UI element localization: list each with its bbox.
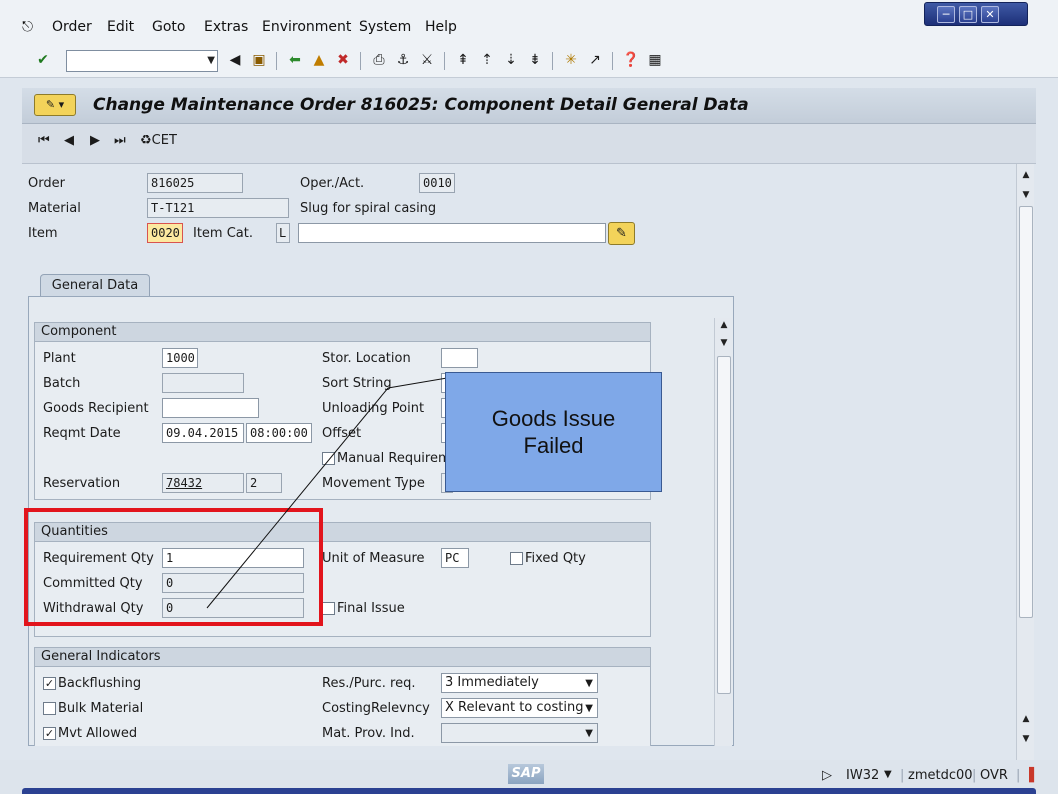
goods-issue-callout: Goods Issue Failed: [445, 372, 662, 492]
pointer-line-upper: [387, 377, 448, 389]
callout-line-2: Failed: [523, 433, 584, 458]
status-expand-icon[interactable]: ▷: [822, 768, 832, 783]
callout-line-1: Goods Issue: [491, 406, 616, 431]
status-bar: SAP ▷ IW32 ▼ | zmetdc00 | OVR | ▐: [0, 760, 1058, 794]
system-info-dropdown-icon[interactable]: ▼: [884, 769, 892, 780]
connection-icon: ▐: [1024, 768, 1034, 783]
user-name: zmetdc00: [908, 768, 973, 783]
status-bar-edge: [22, 788, 1036, 794]
pointer-line-lower: [206, 387, 389, 609]
insert-mode: OVR: [980, 768, 1008, 783]
sap-logo: SAP: [508, 764, 544, 784]
status-divider: |: [972, 768, 977, 783]
transaction-code: IW32: [846, 768, 880, 783]
status-divider: |: [900, 768, 905, 783]
status-divider: |: [1016, 768, 1021, 783]
